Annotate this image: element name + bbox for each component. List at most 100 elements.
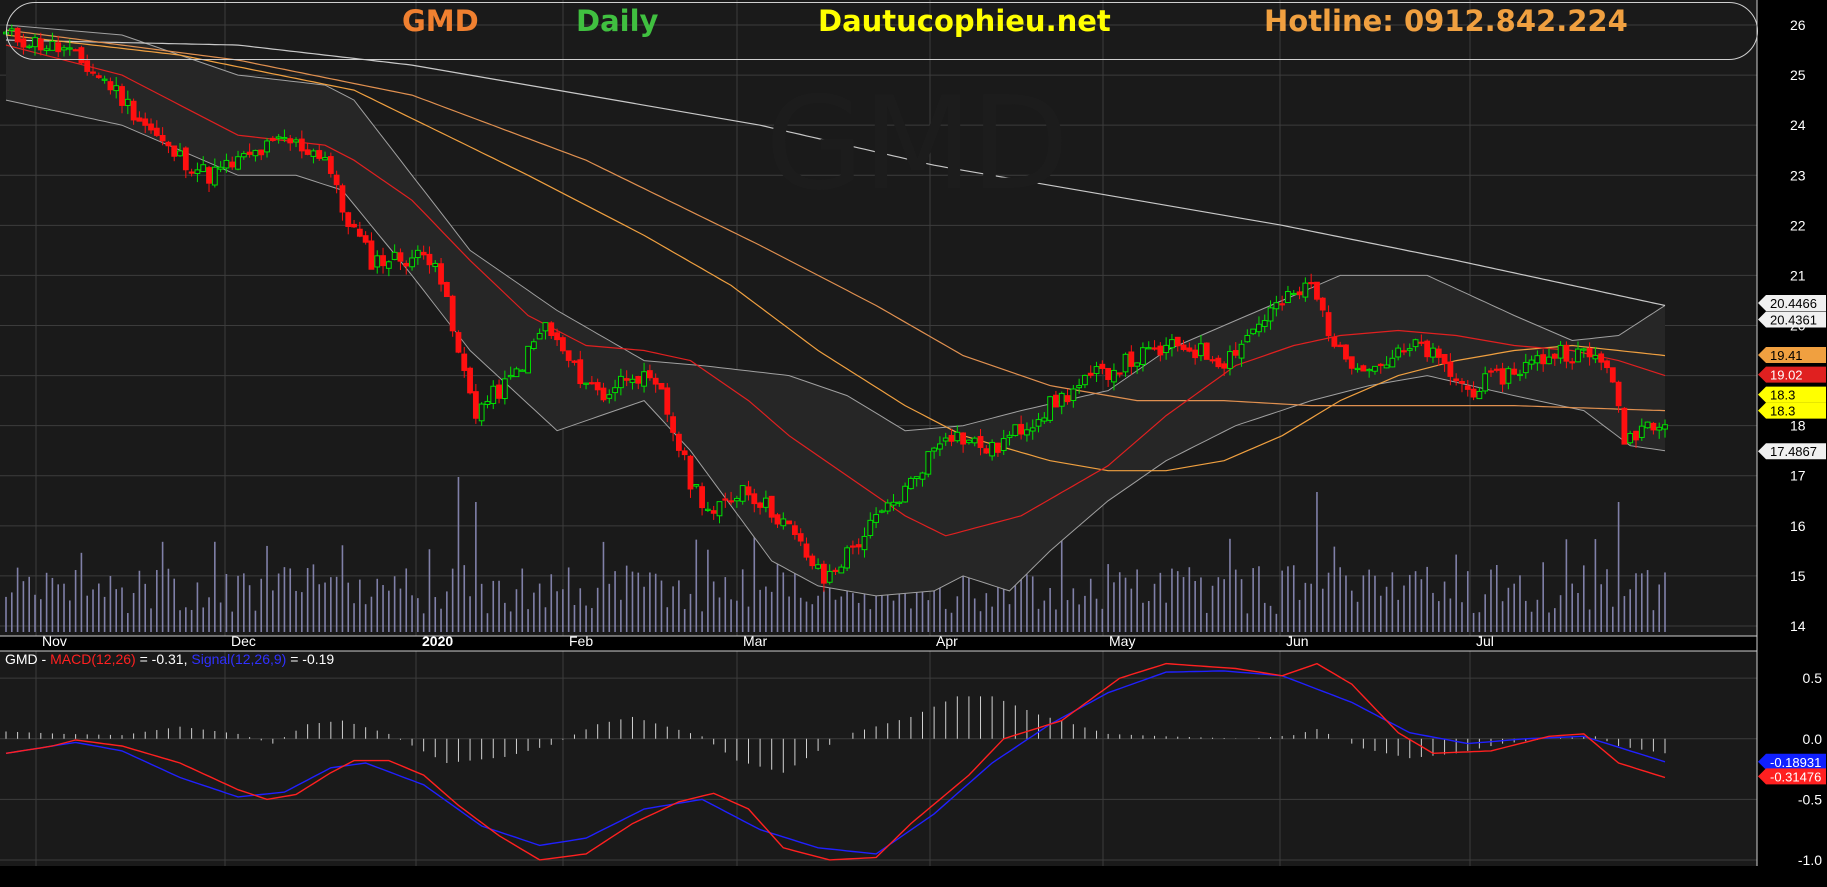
candle-body	[1337, 344, 1344, 348]
price-tag-text: 18.3	[1770, 388, 1795, 403]
candle-body	[954, 431, 961, 442]
candle-body	[95, 75, 102, 78]
candle-body	[1528, 359, 1535, 365]
x-tick-label: Jul	[1476, 633, 1494, 649]
candle-body	[507, 374, 514, 378]
candle-body	[838, 566, 845, 574]
candle-body	[1215, 357, 1222, 368]
candle-body	[925, 451, 932, 475]
candle-body	[501, 378, 508, 400]
candle-body	[1087, 372, 1094, 376]
candle-body	[670, 416, 676, 433]
candle-body	[1192, 349, 1199, 359]
candle-body	[397, 252, 404, 262]
candle-body	[739, 485, 746, 502]
candle-body	[1522, 361, 1529, 374]
price-tick-label: 15	[1790, 568, 1806, 584]
candle-body	[791, 525, 798, 536]
candle-body	[490, 385, 497, 404]
candle-body	[478, 403, 485, 422]
candle-body	[890, 501, 897, 506]
candle-body	[1354, 367, 1361, 371]
price-tag: 19.02	[1758, 366, 1826, 383]
candle-body	[513, 368, 520, 378]
candle-body	[1256, 323, 1262, 333]
candle-body	[635, 376, 642, 384]
macd-tick-label: -1.0	[1798, 852, 1822, 868]
candle-body	[1499, 368, 1506, 385]
candle-body	[409, 257, 415, 268]
candle-body	[995, 442, 1001, 453]
candle-body	[467, 367, 473, 394]
price-tag-text: 20.4361	[1770, 312, 1817, 327]
candle-body	[293, 139, 299, 143]
candle-body	[1633, 430, 1639, 441]
candle-body	[1598, 353, 1605, 363]
candle-body	[1169, 339, 1175, 349]
macd-legend-macd-label: MACD(12,26)	[50, 651, 136, 667]
candle-body	[391, 251, 398, 260]
candle-body	[1082, 374, 1088, 386]
candle-body	[1638, 425, 1645, 438]
candle-body	[316, 150, 323, 159]
candle-body	[780, 518, 787, 527]
macd-legend-dash: -	[37, 651, 51, 667]
candle-body	[119, 86, 125, 106]
macd-tick-label: 0.0	[1803, 731, 1823, 747]
price-tag: 18.3	[1758, 402, 1826, 419]
price-tag: 17.4867	[1758, 443, 1826, 460]
candle-body	[1621, 407, 1628, 445]
macd-panel	[0, 651, 1757, 866]
candle-body	[1418, 341, 1425, 344]
candle-body	[356, 228, 363, 237]
candle-body	[542, 322, 549, 332]
candle-body	[902, 485, 909, 503]
candle-body	[751, 493, 758, 505]
candle-body	[113, 85, 120, 92]
candle-body	[1134, 362, 1141, 367]
candle-body	[1343, 344, 1349, 360]
candle-body	[693, 484, 700, 487]
candle-body	[1609, 367, 1616, 383]
candle-body	[733, 497, 740, 502]
candle-body	[368, 240, 375, 270]
candle-body	[844, 547, 851, 569]
candle-body	[1430, 347, 1436, 358]
candle-body	[385, 261, 392, 269]
candle-body	[1360, 365, 1367, 372]
price-tick-label: 18	[1790, 418, 1806, 434]
candle-body	[629, 378, 636, 383]
macd-legend-signal-value: = -0.19	[286, 651, 335, 667]
candle-body	[1244, 334, 1251, 343]
candle-body	[1488, 370, 1494, 373]
header-site: Dautucophieu.net	[818, 4, 1111, 38]
header-ticker: GMD	[402, 4, 479, 38]
candle-body	[658, 382, 665, 390]
candle-body	[1186, 347, 1193, 352]
candle-body	[1105, 367, 1112, 380]
candle-body	[896, 501, 903, 504]
candle-body	[548, 322, 555, 336]
candle-body	[1006, 434, 1013, 438]
candle-body	[1099, 363, 1106, 369]
candle-body	[1174, 336, 1181, 347]
candle-body	[84, 60, 91, 72]
candle-body	[966, 439, 972, 444]
candle-body	[565, 350, 572, 361]
candle-body	[1650, 422, 1657, 431]
candle-body	[1592, 354, 1599, 360]
candle-body	[432, 262, 439, 268]
candle-body	[617, 375, 624, 389]
price-tick-label: 26	[1790, 17, 1806, 33]
x-tick-label: Jun	[1286, 633, 1309, 649]
price-tag-text: 19.02	[1770, 368, 1803, 383]
candle-body	[745, 486, 752, 496]
candle-body	[948, 434, 955, 442]
candle-body	[124, 98, 131, 107]
candle-body	[1366, 368, 1373, 372]
candle-body	[1580, 348, 1587, 351]
candle-body	[1615, 381, 1622, 407]
candle-body	[1459, 381, 1465, 384]
candle-body	[1047, 396, 1054, 421]
candle-body	[1470, 388, 1477, 398]
